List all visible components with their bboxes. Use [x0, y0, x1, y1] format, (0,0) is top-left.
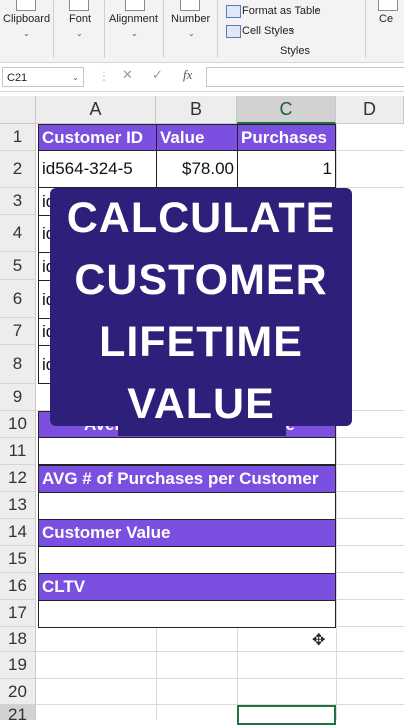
number-icon [180, 0, 200, 11]
row-header[interactable]: 8 [0, 345, 36, 384]
row-header[interactable]: 16 [0, 573, 36, 600]
gridline [336, 150, 404, 151]
format-as-table-button[interactable]: Format as Table [242, 5, 321, 17]
row13-cell[interactable] [38, 492, 336, 520]
overlay-line-2: CUSTOMER [74, 256, 328, 304]
gridline [336, 572, 404, 573]
row-header[interactable]: 14 [0, 519, 36, 546]
cell-c1[interactable]: Purchases [237, 124, 336, 151]
ribbon: Clipboard ⌄ Font ⌄ Alignment ⌄ Number ⌄ … [0, 0, 404, 63]
alignment-group[interactable]: Alignment ⌄ [105, 0, 163, 62]
cell-styles-button[interactable]: Cell Styles [242, 25, 294, 37]
selected-cell-c21[interactable] [237, 705, 336, 725]
chevron-down-icon: ⌄ [76, 29, 83, 38]
cell-a12[interactable]: AVG # of Purchases per Customer [38, 465, 336, 493]
clipboard-group[interactable]: Clipboard ⌄ [0, 0, 52, 62]
cells-label: Ce [379, 13, 394, 25]
row11-cell[interactable] [38, 437, 336, 465]
row-header[interactable]: 10 [0, 411, 36, 438]
cells-icon [378, 0, 398, 11]
cell-a2[interactable]: id564-324-5 [38, 150, 157, 188]
row-header[interactable]: 3 [0, 188, 36, 215]
row-header[interactable]: 18 [0, 627, 36, 652]
row-header[interactable]: 1 [0, 124, 36, 151]
select-all-corner[interactable] [0, 96, 36, 124]
styles-group-label: Styles [280, 45, 310, 57]
column-header-c[interactable]: C [237, 96, 336, 124]
fx-icon[interactable]: fx [183, 67, 192, 83]
chevron-down-icon: ⌄ [23, 29, 30, 38]
row-header[interactable]: 12 [0, 465, 36, 492]
formula-input[interactable] [206, 67, 404, 87]
overlay-line-4: VALUE [127, 380, 275, 428]
row-header[interactable]: 6 [0, 280, 36, 318]
formula-bar: C21 ⌄ ⋮ ✕ ✓ fx [0, 63, 404, 92]
gridline [36, 704, 404, 705]
chevron-down-icon: ⌄ [188, 29, 195, 38]
row-header[interactable]: 2 [0, 151, 36, 188]
row-header[interactable]: 13 [0, 492, 36, 519]
row-header-selected[interactable]: 21 [0, 705, 36, 724]
alignment-label: Alignment [109, 13, 158, 25]
row-header[interactable]: 9 [0, 384, 36, 411]
row-header[interactable]: 19 [0, 652, 36, 679]
chevron-down-icon: ⌄ [289, 24, 296, 33]
row-header[interactable]: 15 [0, 546, 36, 573]
row15-cell[interactable] [38, 546, 336, 574]
row-header[interactable]: 11 [0, 438, 36, 465]
gridline [336, 626, 404, 627]
separator [217, 0, 218, 58]
row-header[interactable]: 4 [0, 215, 36, 252]
gridline [336, 491, 404, 492]
cell-a14[interactable]: Customer Value [38, 519, 336, 547]
cancel-icon[interactable]: ✕ [122, 67, 133, 83]
chevron-down-icon: ⌄ [313, 4, 320, 13]
gridline [156, 627, 157, 720]
chevron-down-icon: ⌄ [131, 29, 138, 38]
cell-b1[interactable]: Value [156, 124, 238, 151]
overlay-line-3: LIFETIME [99, 318, 303, 366]
font-label: Font [69, 13, 92, 25]
dots-icon: ⋮ [98, 69, 110, 83]
cell-c2[interactable]: 1 [237, 150, 336, 188]
cell-a16[interactable]: CLTV [38, 573, 336, 601]
gridline [336, 599, 404, 600]
row17-cell[interactable] [38, 600, 336, 628]
clipboard-label: Clipboard [3, 13, 51, 25]
cell-a1[interactable]: Customer ID [38, 124, 157, 151]
clipboard-icon [16, 0, 36, 11]
cursor-icon: ✥ [312, 632, 326, 649]
enter-icon[interactable]: ✓ [152, 67, 163, 83]
row-header[interactable]: 5 [0, 252, 36, 280]
styles-group: Format as Table ⌄ Cell Styles ⌄ Styles [220, 0, 360, 62]
column-header-d[interactable]: D [336, 96, 404, 124]
overlay-line-1: CALCULATE [66, 194, 336, 242]
gridline [36, 678, 404, 679]
row-header[interactable]: 7 [0, 318, 36, 345]
separator [365, 0, 366, 58]
gridline [336, 518, 404, 519]
alignment-icon [125, 0, 145, 11]
gridline [36, 651, 404, 652]
row-header[interactable]: 17 [0, 600, 36, 627]
cell-styles-icon [226, 25, 241, 38]
chevron-down-icon[interactable]: ⌄ [72, 73, 79, 82]
cell-b2[interactable]: $78.00 [156, 150, 238, 188]
gridline [336, 464, 404, 465]
font-group[interactable]: Font ⌄ [54, 0, 104, 62]
gridline [336, 545, 404, 546]
column-header-a[interactable]: A [36, 96, 156, 124]
cells-group[interactable]: Ce [370, 0, 404, 62]
row-header[interactable]: 20 [0, 679, 36, 705]
format-table-icon [226, 5, 241, 18]
number-label: Number [171, 13, 211, 25]
font-icon [69, 0, 89, 11]
number-group[interactable]: Number ⌄ [164, 0, 216, 62]
gridline [336, 437, 404, 438]
column-header-b[interactable]: B [156, 96, 237, 124]
